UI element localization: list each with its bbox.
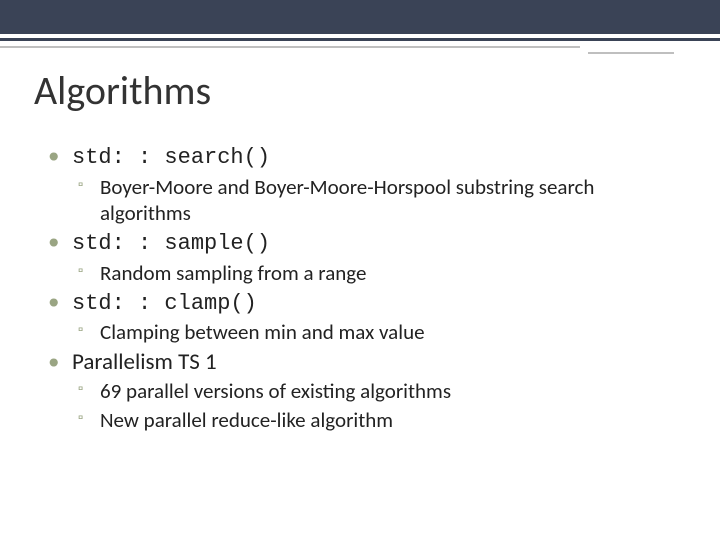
bullet-2: Random sampling from a range <box>48 260 680 286</box>
divider-gray-short <box>588 52 674 54</box>
slide-title: Algorithms <box>34 66 211 115</box>
slide: Algorithms std: : search() Boyer-Moore a… <box>0 0 720 540</box>
bullet-2: 69 parallel versions of existing algorit… <box>48 378 680 404</box>
divider-dark <box>0 38 720 41</box>
bullet-2: New parallel reduce-like algorithm <box>48 407 680 433</box>
bullet-2: Boyer-Moore and Boyer-Moore-Horspool sub… <box>48 174 680 227</box>
bullet-label: std: : search() <box>72 145 270 170</box>
slide-body: std: : search() Boyer-Moore and Boyer-Mo… <box>48 140 680 435</box>
divider-gray-long <box>0 46 580 48</box>
bullet-label: std: : sample() <box>72 231 270 256</box>
top-band <box>0 0 720 34</box>
bullet-1: std: : sample() <box>48 228 680 258</box>
bullet-1: std: : clamp() <box>48 288 680 318</box>
bullet-1: std: : search() <box>48 142 680 172</box>
bullet-label: std: : clamp() <box>72 291 257 316</box>
bullet-2: Clamping between min and max value <box>48 319 680 345</box>
bullet-label: Parallelism TS 1 <box>72 348 217 376</box>
bullet-1: Parallelism TS 1 <box>48 348 680 377</box>
